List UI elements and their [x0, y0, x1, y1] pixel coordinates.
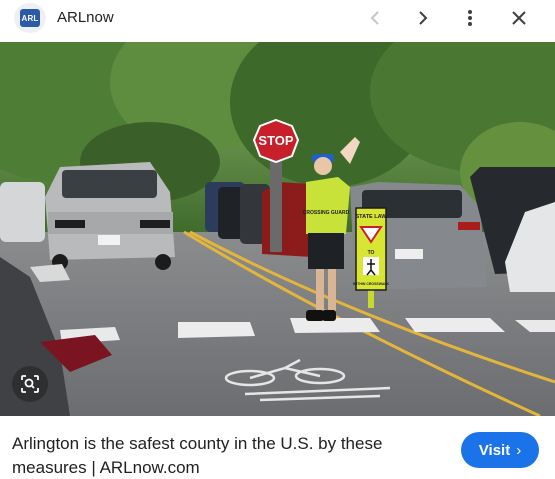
close-icon	[512, 11, 526, 25]
sign-bottom-text: WITHIN CROSSWALK	[353, 282, 390, 286]
sign-top-text: STATE LAW	[356, 214, 388, 220]
arl-logo-badge: ARL	[20, 9, 40, 27]
chevron-right-icon: ›	[516, 441, 522, 459]
chevron-right-icon	[419, 11, 428, 25]
vest-text: CROSSING GUARD	[303, 210, 350, 216]
viewer-header: ARL ARLnow	[0, 0, 555, 42]
more-options-button[interactable]	[456, 4, 484, 32]
next-button[interactable]	[409, 4, 437, 32]
lens-search-icon	[21, 375, 39, 393]
stop-sign-text: STOP	[258, 133, 293, 148]
visit-button[interactable]: Visit ›	[461, 432, 539, 468]
visit-label: Visit	[478, 441, 511, 459]
site-logo[interactable]: ARL	[14, 3, 46, 33]
site-name[interactable]: ARLnow	[57, 9, 114, 26]
result-title-link[interactable]: Arlington is the safest county in the U.…	[12, 432, 432, 479]
street-scene-image: STOP CROSSING GUARD STATE LAW TO WITHIN …	[0, 42, 555, 416]
more-vert-icon	[468, 10, 472, 26]
sign-to-text: TO	[368, 250, 375, 256]
result-image[interactable]: STOP CROSSING GUARD STATE LAW TO WITHIN …	[0, 42, 555, 416]
previous-button[interactable]	[361, 4, 389, 32]
close-button[interactable]	[505, 4, 533, 32]
chevron-left-icon	[370, 11, 379, 25]
lens-search-button[interactable]	[12, 366, 48, 402]
